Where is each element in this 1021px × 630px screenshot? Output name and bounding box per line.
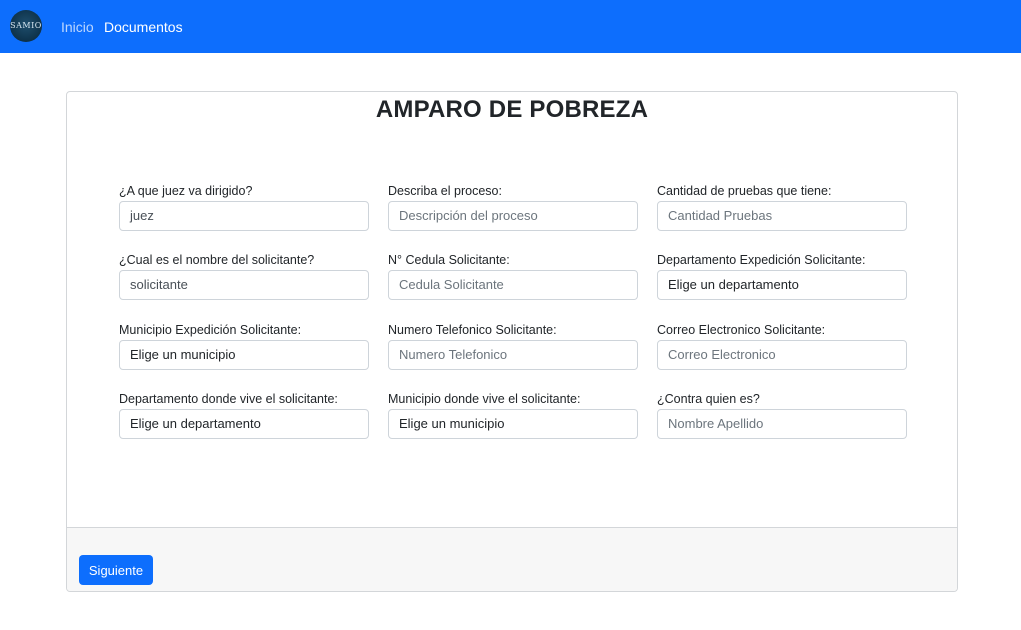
juez-input[interactable]: juez [119,201,369,231]
field-label: Correo Electronico Solicitante: [657,323,826,337]
field-correo: Correo Electronico Solicitante: Correo E… [657,322,907,370]
field-pruebas: Cantidad de pruebas que tiene: Cantidad … [657,183,907,231]
contra-quien-input[interactable]: Nombre Apellido [657,409,907,439]
field-label: Municipio Expedición Solicitante: [119,323,302,337]
field-municipio-expedicion: Municipio Expedición Solicitante: Elige … [119,322,369,370]
proceso-input[interactable]: Descripción del proceso [388,201,638,231]
field-label: Departamento donde vive el solicitante: [119,392,338,406]
field-juez: ¿A que juez va dirigido? juez [119,183,369,231]
top-navbar: SAMIO Inicio Documentos [0,0,1021,53]
card-footer: Siguiente [67,527,957,591]
field-cedula: N° Cedula Solicitante: Cedula Solicitant… [388,252,638,300]
field-departamento-vive: Departamento donde vive el solicitante: … [119,391,369,439]
telefono-input[interactable]: Numero Telefonico [388,340,638,370]
field-label: Municipio donde vive el solicitante: [388,392,581,406]
next-button[interactable]: Siguiente [79,555,153,585]
field-label: Describa el proceso: [388,184,502,198]
field-municipio-vive: Municipio donde vive el solicitante: Eli… [388,391,638,439]
solicitante-input[interactable]: solicitante [119,270,369,300]
municipio-vive-select[interactable]: Elige un municipio [388,409,638,439]
departamento-expedicion-select[interactable]: Elige un departamento [657,270,907,300]
municipio-expedicion-select[interactable]: Elige un municipio [119,340,369,370]
form-card: AMPARO DE POBREZA ¿A que juez va dirigid… [66,91,958,592]
field-label: ¿Contra quien es? [657,392,760,406]
brand-logo[interactable]: SAMIO [10,10,42,42]
nav-link-documentos[interactable]: Documentos [104,18,183,36]
field-telefono: Numero Telefonico Solicitante: Numero Te… [388,322,638,370]
field-label: ¿Cual es el nombre del solicitante? [119,253,315,267]
field-proceso: Describa el proceso: Descripción del pro… [388,183,638,231]
field-label: Departamento Expedición Solicitante: [657,253,866,267]
field-label: Numero Telefonico Solicitante: [388,323,557,337]
departamento-vive-select[interactable]: Elige un departamento [119,409,369,439]
field-label: Cantidad de pruebas que tiene: [657,184,832,198]
field-departamento-expedicion: Departamento Expedición Solicitante: Eli… [657,252,907,300]
field-contra-quien: ¿Contra quien es? Nombre Apellido [657,391,907,439]
nav-link-inicio[interactable]: Inicio [61,18,94,36]
page-title: AMPARO DE POBREZA [375,96,649,123]
cedula-input[interactable]: Cedula Solicitante [388,270,638,300]
field-label: N° Cedula Solicitante: [388,253,510,267]
field-label: ¿A que juez va dirigido? [119,184,253,198]
brand-logo-text: SAMIO [10,21,42,30]
correo-input[interactable]: Correo Electronico [657,340,907,370]
field-solicitante: ¿Cual es el nombre del solicitante? soli… [119,252,369,300]
pruebas-input[interactable]: Cantidad Pruebas [657,201,907,231]
